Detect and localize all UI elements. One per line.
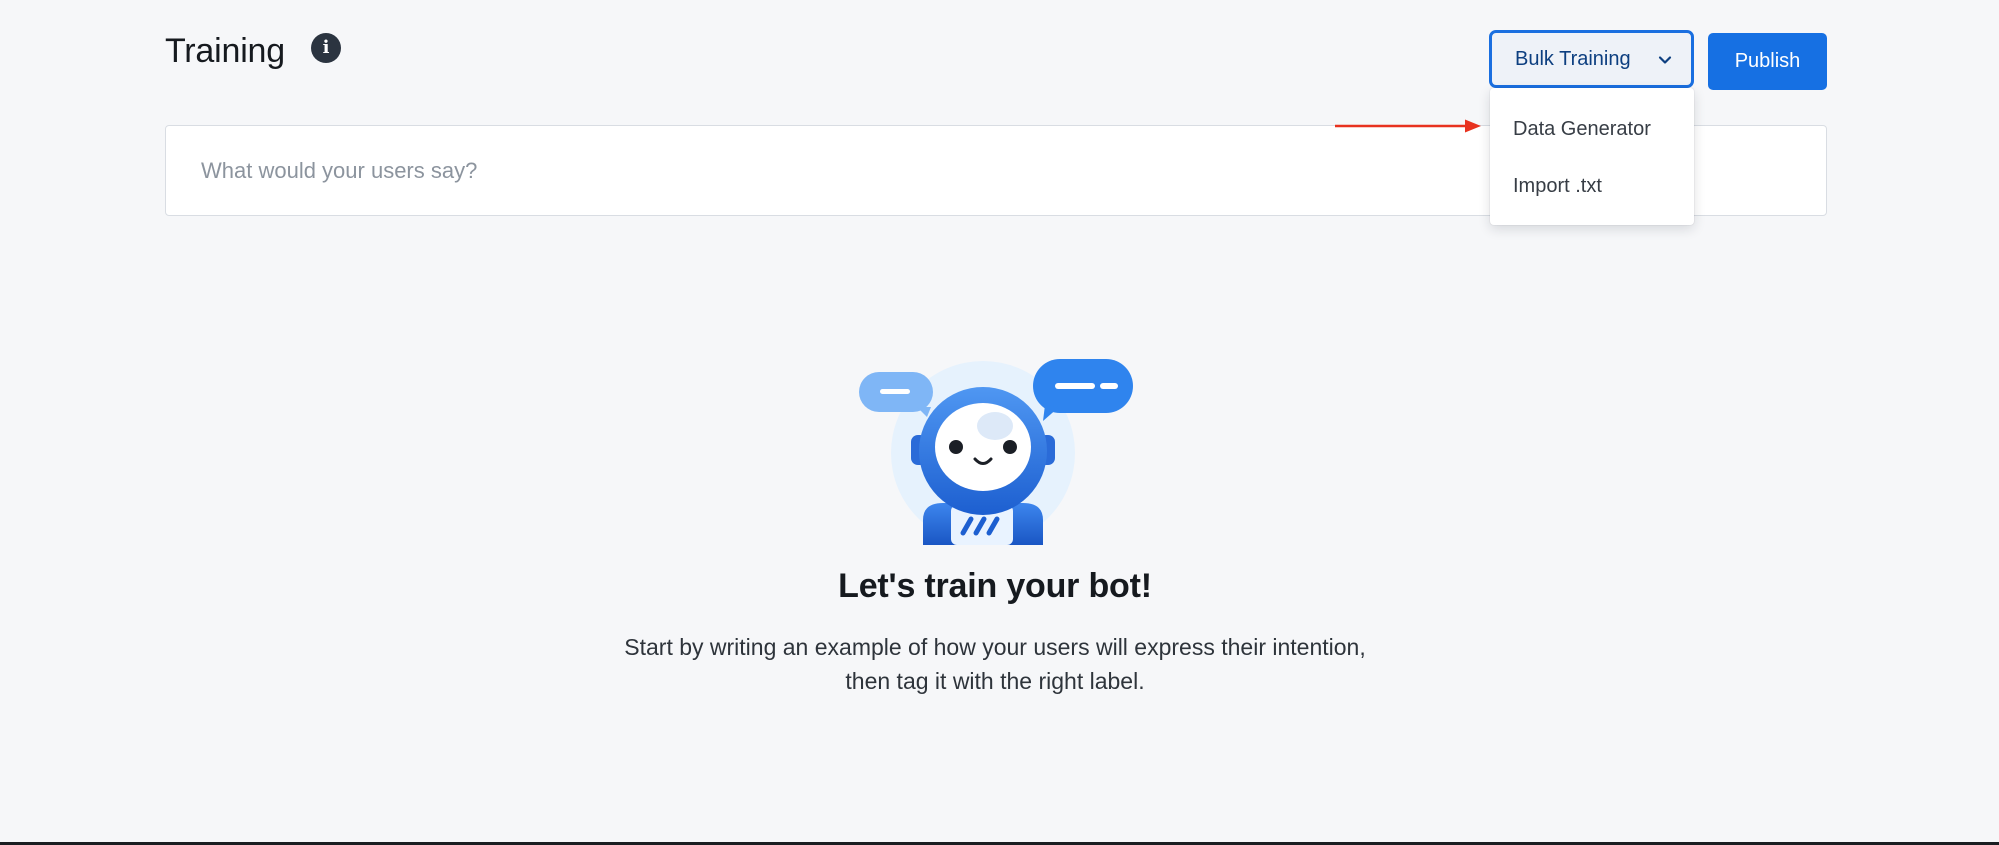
- bulk-training-button[interactable]: Bulk Training: [1489, 30, 1694, 88]
- page-title: Training: [165, 32, 285, 70]
- menu-item-data-generator[interactable]: Data Generator: [1513, 118, 1651, 141]
- page-header: Training i: [165, 32, 341, 71]
- empty-state-description: Start by writing an example of how your …: [0, 630, 1990, 698]
- empty-state-description-line-1: Start by writing an example of how your …: [624, 634, 1366, 660]
- red-arrow-icon: [1335, 119, 1481, 133]
- bulk-training-menu: Data Generator Import .txt: [1490, 88, 1694, 225]
- empty-state-description-line-2: then tag it with the right label.: [845, 668, 1145, 694]
- publish-button[interactable]: Publish: [1708, 33, 1827, 90]
- menu-item-import-txt[interactable]: Import .txt: [1513, 175, 1602, 198]
- robot-illustration: [859, 359, 1133, 545]
- chevron-down-icon: [1658, 56, 1672, 64]
- info-icon[interactable]: i: [310, 32, 341, 63]
- empty-state-heading: Let's train your bot!: [838, 567, 1152, 605]
- bulk-training-label: Bulk Training: [1515, 47, 1631, 70]
